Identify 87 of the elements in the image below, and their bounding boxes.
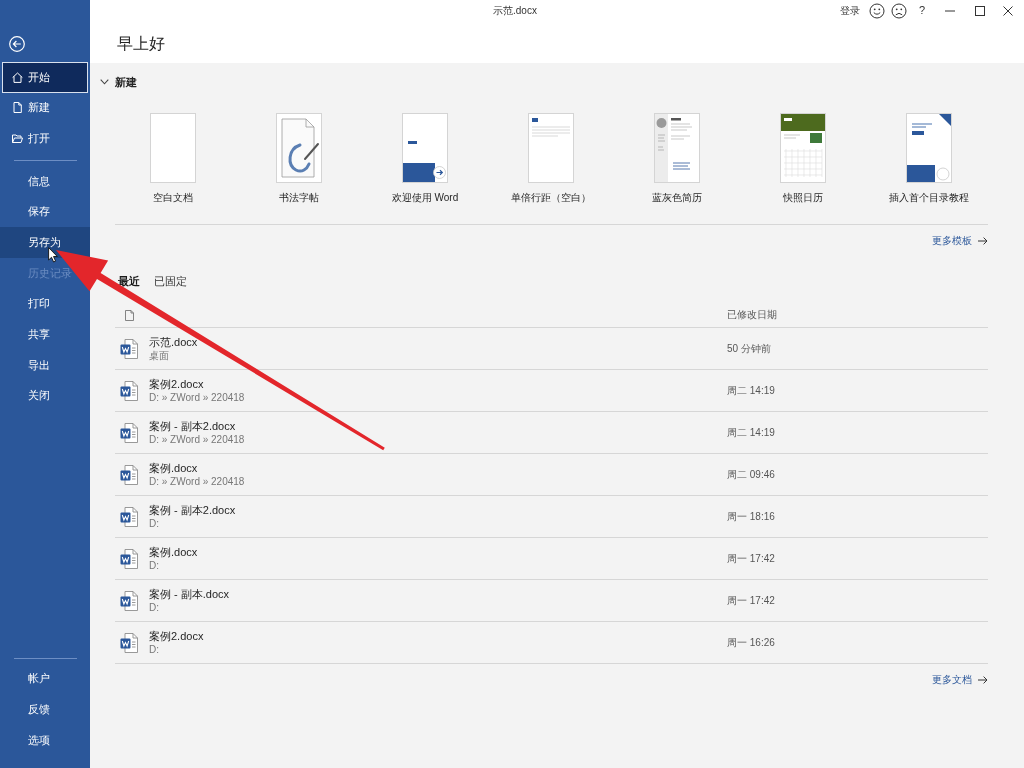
arrow-right-icon xyxy=(978,675,988,684)
template-tile[interactable]: 空白文档 xyxy=(110,113,236,204)
file-location: D: xyxy=(149,642,159,656)
resume-thumbnail-drawing xyxy=(654,113,700,183)
more-documents-link[interactable]: 更多文档 xyxy=(932,673,988,686)
sidebar-item[interactable]: 保存 xyxy=(0,196,90,228)
welcome-page-thumbnail-drawing xyxy=(402,113,448,183)
word-document-icon xyxy=(120,506,138,527)
section-title: 新建 xyxy=(115,74,137,90)
modified-date: 周二 09:46 xyxy=(727,467,775,482)
sidebar-item[interactable]: 开始 xyxy=(2,62,88,93)
template-tile[interactable]: 单倍行距（空白） xyxy=(488,113,614,204)
sign-in-link[interactable]: 登录 xyxy=(839,5,860,17)
blank-page-thumbnail-drawing xyxy=(150,113,196,183)
file-name: 案例.docx xyxy=(149,545,198,559)
help-button[interactable]: ? xyxy=(918,4,925,18)
file-location: D: » ZWord » 220418 xyxy=(149,474,245,488)
frowning-face-icon[interactable] xyxy=(890,3,907,19)
file-location: D: xyxy=(149,600,159,614)
recent-file-row[interactable]: 案例2.docx D: 周一 16:26 xyxy=(115,622,988,664)
template-tile[interactable]: 快照日历 xyxy=(740,113,866,204)
modified-date: 周二 14:19 xyxy=(727,425,775,440)
maximize-icon[interactable] xyxy=(975,6,985,16)
modified-date: 周一 16:26 xyxy=(727,635,775,650)
lined-page-thumbnail-drawing xyxy=(528,113,574,183)
word-document-icon xyxy=(120,464,138,485)
file-name: 案例.docx xyxy=(149,461,198,475)
file-name: 案例2.docx xyxy=(149,377,204,391)
home-icon xyxy=(12,71,23,83)
sidebar-item[interactable]: 共享 xyxy=(0,319,90,350)
template-tile[interactable]: 欢迎使用 Word xyxy=(362,113,488,204)
file-name: 案例 - 副本2.docx xyxy=(149,503,236,517)
file-location: D: xyxy=(149,558,159,572)
sidebar-item[interactable]: 帐户 xyxy=(0,663,90,694)
template-tile[interactable]: 蓝灰色简历 xyxy=(614,113,740,204)
word-document-icon xyxy=(120,380,138,401)
file-location: 桌面 xyxy=(149,348,169,362)
more-templates-link[interactable]: 更多模板 xyxy=(932,234,988,247)
sidebar-item[interactable]: 导出 xyxy=(0,349,90,381)
recent-file-row[interactable]: 案例 - 副本.docx D: 周一 17:42 xyxy=(115,580,988,622)
contents-page-thumbnail-drawing xyxy=(906,113,952,183)
smiley-face-icon[interactable] xyxy=(868,3,885,19)
sidebar-item[interactable]: 打开 xyxy=(0,123,90,154)
greeting-heading: 早上好 xyxy=(117,34,165,54)
sidebar-item[interactable]: 新建 xyxy=(0,92,90,124)
file-name: 案例2.docx xyxy=(149,629,204,643)
word-document-icon xyxy=(120,338,138,359)
modified-date: 周一 17:42 xyxy=(727,593,775,608)
sidebar-item[interactable]: 选项 xyxy=(0,725,90,756)
tab[interactable]: 最近 xyxy=(118,274,140,288)
calendar-thumbnail-drawing xyxy=(780,113,826,183)
file-location: D: xyxy=(149,516,159,530)
folder-icon xyxy=(12,133,23,144)
file-location: D: » ZWord » 220418 xyxy=(149,432,245,446)
word-document-icon xyxy=(120,548,138,569)
template-tile[interactable]: 插入首个目录教程 xyxy=(866,113,992,204)
sidebar-item[interactable]: 打印 xyxy=(0,288,90,320)
recent-file-row[interactable]: 案例.docx D: » ZWord » 220418 周二 09:46 xyxy=(115,454,988,496)
document-icon xyxy=(12,102,23,114)
mouse-cursor-icon xyxy=(48,247,58,263)
sidebar-item[interactable]: 关闭 xyxy=(0,380,90,412)
close-icon[interactable] xyxy=(1003,6,1013,16)
page-outline-icon xyxy=(125,309,134,321)
word-document-icon xyxy=(120,422,138,443)
column-header: 已修改日期 xyxy=(727,308,777,322)
modified-date: 周二 14:19 xyxy=(727,383,775,398)
template-tile[interactable]: 书法字帖 xyxy=(236,113,362,204)
file-name: 示范.docx xyxy=(149,335,198,349)
arrow-right-icon xyxy=(978,236,988,245)
file-name: 案例 - 副本.docx xyxy=(149,587,230,601)
sidebar-item[interactable]: 信息 xyxy=(0,165,90,197)
recent-file-row[interactable]: 案例.docx D: 周一 17:42 xyxy=(115,538,988,580)
brush-stroke-thumbnail-drawing xyxy=(276,113,322,183)
word-document-icon xyxy=(120,590,138,611)
file-name: 案例 - 副本2.docx xyxy=(149,419,236,433)
modified-date: 周一 17:42 xyxy=(727,551,775,566)
sidebar-item[interactable]: 另存为 xyxy=(0,227,90,258)
recent-file-row[interactable]: 案例 - 副本2.docx D: 周一 18:16 xyxy=(115,496,988,538)
tab[interactable]: 已固定 xyxy=(154,274,187,288)
window-title: 示范.docx xyxy=(493,4,537,18)
modified-date: 周一 18:16 xyxy=(727,509,775,524)
modified-date: 50 分钟前 xyxy=(727,341,771,356)
chevron-icon[interactable] xyxy=(100,79,109,85)
back-icon[interactable] xyxy=(9,36,25,52)
word-document-icon xyxy=(120,632,138,653)
sidebar-item[interactable]: 反馈 xyxy=(0,694,90,725)
file-location: D: » ZWord » 220418 xyxy=(149,390,245,404)
